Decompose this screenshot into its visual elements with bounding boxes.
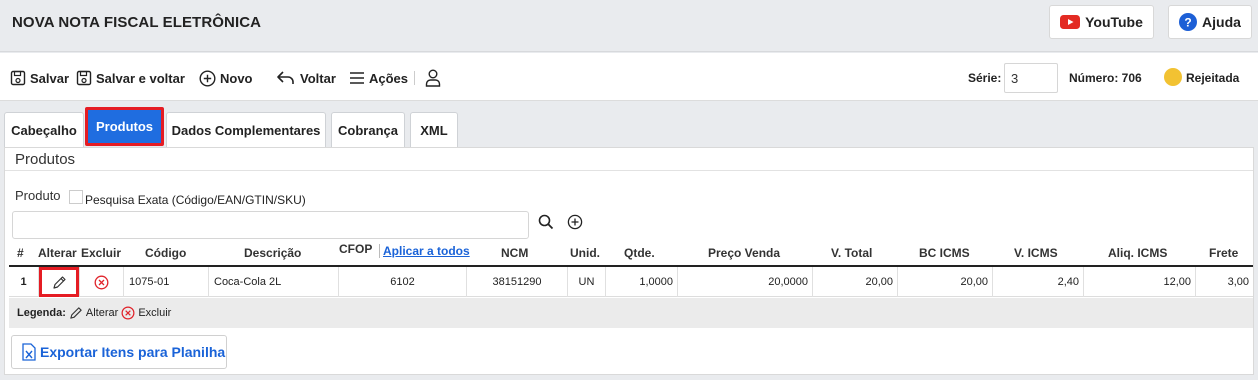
cell-num: 1 bbox=[9, 267, 39, 297]
cell-frete: 3,00 bbox=[1227, 276, 1249, 288]
delete-icon bbox=[121, 306, 135, 320]
tab-dados-complementares[interactable]: Dados Complementares bbox=[166, 112, 326, 148]
serie-input[interactable] bbox=[1004, 63, 1058, 93]
status-badge: Rejeitada bbox=[1186, 71, 1240, 85]
tab-cobranca[interactable]: Cobrança bbox=[331, 112, 405, 148]
pencil-icon bbox=[70, 307, 82, 319]
tab-xml[interactable]: XML bbox=[410, 112, 458, 148]
cell-preco-venda: 20,0000 bbox=[678, 267, 813, 297]
help-icon: ? bbox=[1179, 13, 1198, 31]
pencil-icon bbox=[52, 275, 66, 289]
col-codigo: Código bbox=[145, 246, 187, 260]
col-bc-icms: BC ICMS bbox=[919, 246, 970, 260]
export-label: Exportar Itens para Planilha bbox=[40, 344, 226, 360]
svg-text:?: ? bbox=[1184, 16, 1191, 30]
col-excluir: Excluir bbox=[81, 246, 122, 260]
panel-title: Produtos bbox=[15, 151, 76, 168]
serie-label: Série: bbox=[968, 71, 1002, 85]
tab-produtos[interactable]: Produtos bbox=[85, 107, 164, 146]
col-cfop: CFOP bbox=[339, 242, 373, 256]
user-button[interactable] bbox=[425, 68, 441, 88]
product-search-input[interactable] bbox=[12, 211, 529, 239]
save-button[interactable]: Salvar bbox=[10, 68, 69, 88]
cell-aliq-icms: 12,00 bbox=[1084, 267, 1196, 297]
cell-codigo: 1075-01 bbox=[124, 267, 209, 297]
toolbar-divider bbox=[414, 71, 415, 85]
user-icon bbox=[425, 69, 441, 87]
exact-search-checkbox[interactable] bbox=[69, 190, 83, 204]
tab-label: Cabeçalho bbox=[11, 123, 77, 138]
status-dot-icon bbox=[1164, 68, 1182, 86]
back-arrow-icon bbox=[277, 71, 294, 84]
help-button[interactable]: ? Ajuda bbox=[1168, 5, 1252, 39]
product-label: Produto bbox=[15, 188, 61, 203]
col-ncm: NCM bbox=[501, 246, 529, 260]
invoice-number: Número: 706 bbox=[1069, 71, 1142, 85]
save-icon bbox=[10, 70, 26, 86]
excel-file-icon bbox=[22, 343, 36, 361]
back-label: Voltar bbox=[300, 70, 336, 86]
col-descricao: Descrição bbox=[244, 246, 302, 260]
plus-circle-icon bbox=[199, 69, 216, 87]
divider bbox=[5, 170, 1253, 171]
youtube-label: YouTube bbox=[1085, 14, 1143, 30]
apply-to-all-link[interactable]: Aplicar a todos bbox=[379, 244, 470, 258]
actions-label: Ações bbox=[369, 70, 409, 86]
legend-label: Legenda: bbox=[17, 307, 66, 319]
table-row: 1 1075-01 Coca-Cola 2L 6102 38151290 UN … bbox=[9, 267, 1253, 297]
add-product-icon[interactable] bbox=[567, 214, 583, 230]
cell-unid: UN bbox=[568, 267, 606, 297]
col-aliq-icms: Aliq. ICMS bbox=[1108, 246, 1168, 260]
tab-label: XML bbox=[420, 123, 448, 138]
save-icon bbox=[76, 70, 92, 86]
tab-label: Dados Complementares bbox=[171, 123, 321, 138]
save-and-back-button[interactable]: Salvar e voltar bbox=[76, 68, 185, 88]
legend-excluir: Excluir bbox=[138, 307, 172, 319]
col-v-total: V. Total bbox=[831, 246, 873, 260]
col-alterar: Alterar bbox=[38, 246, 77, 260]
cell-v-icms: 2,40 bbox=[993, 267, 1084, 297]
search-icon[interactable] bbox=[538, 214, 554, 230]
cell-ncm: 38151290 bbox=[467, 267, 568, 297]
edit-button[interactable] bbox=[39, 267, 79, 297]
col-preco-venda: Preço Venda bbox=[708, 246, 781, 260]
youtube-button[interactable]: YouTube bbox=[1049, 5, 1154, 39]
products-panel: Produtos Produto Pesquisa Exata (Código/… bbox=[4, 147, 1254, 375]
menu-icon bbox=[350, 72, 364, 84]
youtube-icon bbox=[1060, 15, 1081, 29]
col-unid: Unid. bbox=[570, 246, 600, 260]
cell-excluir bbox=[80, 267, 124, 297]
col-frete: Frete bbox=[1209, 246, 1239, 260]
new-button[interactable]: Novo bbox=[199, 68, 253, 88]
cell-v-total: 20,00 bbox=[813, 267, 898, 297]
new-label: Novo bbox=[220, 70, 253, 86]
save-and-back-label: Salvar e voltar bbox=[96, 70, 185, 86]
legend: Legenda: Alterar Excluir bbox=[9, 298, 1253, 328]
save-label: Salvar bbox=[30, 70, 70, 86]
page-title: NOVA NOTA FISCAL ELETRÔNICA bbox=[12, 14, 262, 31]
actions-menu-button[interactable]: Ações bbox=[349, 68, 408, 88]
cell-qtde: 1,0000 bbox=[606, 267, 678, 297]
exact-search-label: Pesquisa Exata (Código/EAN/GTIN/SKU) bbox=[85, 193, 306, 207]
col-qtde: Qtde. bbox=[624, 246, 655, 260]
tab-cabecalho[interactable]: Cabeçalho bbox=[4, 112, 84, 148]
cell-bc-icms: 20,00 bbox=[898, 267, 993, 297]
back-button[interactable]: Voltar bbox=[276, 68, 336, 88]
tab-label: Cobrança bbox=[338, 123, 398, 138]
page-header: NOVA NOTA FISCAL ELETRÔNICA YouTube ? Aj… bbox=[0, 0, 1258, 52]
col-v-icms: V. ICMS bbox=[1014, 246, 1058, 260]
cell-descricao: Coca-Cola 2L bbox=[209, 267, 339, 297]
tab-label: Produtos bbox=[95, 119, 154, 134]
col-num: # bbox=[17, 246, 24, 260]
legend-alterar: Alterar bbox=[85, 307, 119, 319]
export-spreadsheet-button[interactable]: Exportar Itens para Planilha bbox=[11, 335, 227, 369]
toolbar: Salvar Salvar e voltar Novo Voltar Ações… bbox=[0, 53, 1258, 101]
cell-alterar bbox=[39, 267, 80, 297]
help-label: Ajuda bbox=[1202, 14, 1241, 30]
delete-icon[interactable] bbox=[94, 275, 109, 290]
cell-cfop: 6102 bbox=[339, 267, 467, 297]
